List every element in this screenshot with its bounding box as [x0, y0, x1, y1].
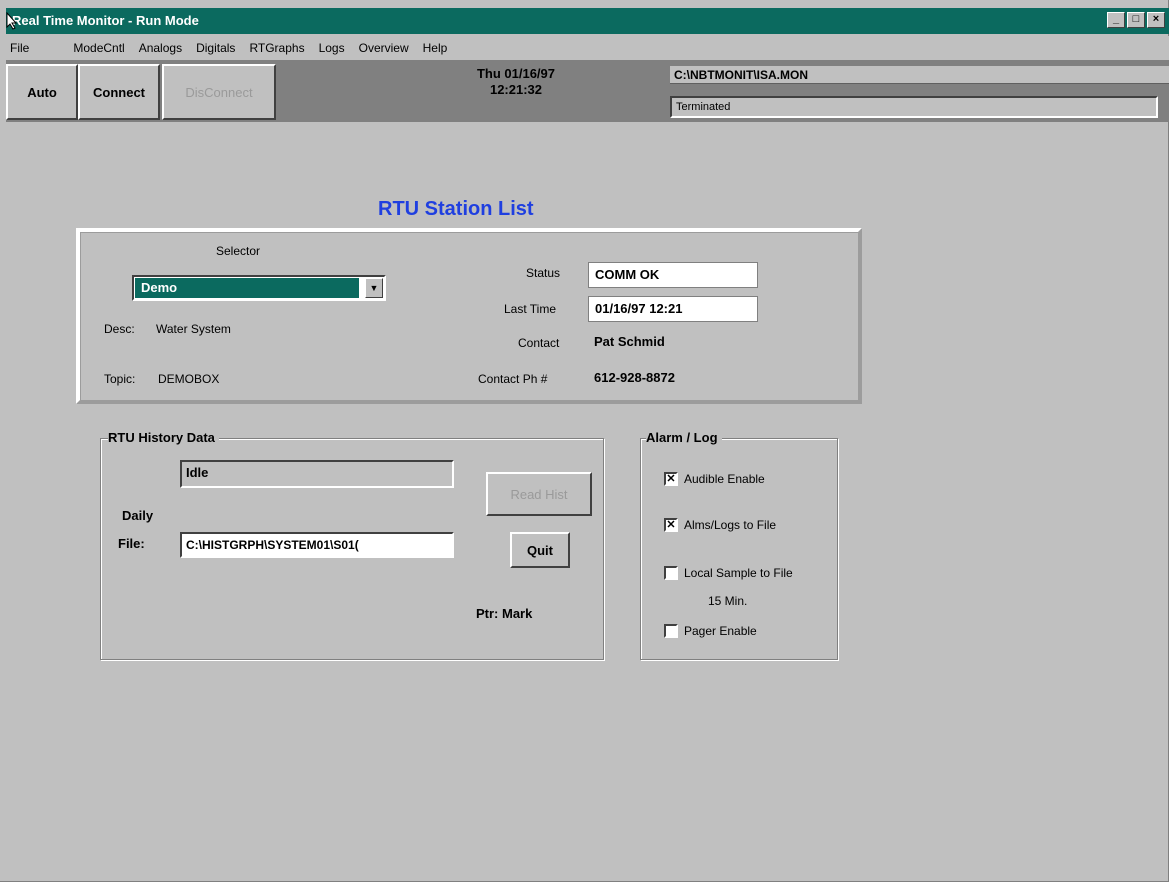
- local-sample-to-file-label: Local Sample to File: [684, 566, 793, 580]
- audible-enable-checkbox[interactable]: ✕ Audible Enable: [664, 472, 765, 486]
- selector-label: Selector: [216, 244, 261, 258]
- monitor-file-path: C:\NBTMONIT\ISA.MON: [670, 66, 1169, 84]
- sample-interval-text: 15 Min.: [708, 594, 748, 608]
- chevron-down-icon[interactable]: ▼: [365, 278, 383, 298]
- maximize-button[interactable]: □: [1127, 12, 1145, 28]
- last-time-label: Last Time: [504, 302, 557, 316]
- menu-modecntl[interactable]: ModeCntl: [73, 41, 124, 55]
- quit-button[interactable]: Quit: [510, 532, 570, 568]
- station-selector-value: Demo: [135, 278, 359, 298]
- date-text: Thu 01/16/97: [476, 66, 556, 81]
- toolbar: Auto Connect DisConnect Thu 01/16/97 12:…: [6, 60, 1169, 122]
- contact-label: Contact: [518, 336, 560, 350]
- contact-value: Pat Schmid: [594, 334, 665, 349]
- pager-enable-checkbox[interactable]: Pager Enable: [664, 624, 757, 638]
- connection-status-field: Terminated: [670, 96, 1158, 118]
- menu-file[interactable]: File: [10, 41, 29, 55]
- history-data-title: RTU History Data: [108, 430, 219, 445]
- disconnect-button[interactable]: DisConnect: [162, 64, 276, 120]
- checkbox-checked-icon[interactable]: ✕: [664, 472, 678, 486]
- app-window: Real Time Monitor - Run Mode _ □ × File …: [0, 0, 1169, 882]
- alarm-log-title: Alarm / Log: [646, 430, 722, 445]
- read-hist-button[interactable]: Read Hist: [486, 472, 592, 516]
- close-button[interactable]: ×: [1147, 12, 1165, 28]
- desc-value: Water System: [156, 322, 231, 336]
- contact-phone-label: Contact Ph #: [478, 372, 548, 386]
- history-state-field: Idle: [180, 460, 454, 488]
- datetime-display: Thu 01/16/97 12:21:32: [446, 66, 586, 98]
- checkbox-unchecked-icon[interactable]: [664, 624, 678, 638]
- alms-logs-to-file-label: Alms/Logs to File: [684, 518, 777, 532]
- topic-label: Topic:: [104, 372, 136, 386]
- menu-analogs[interactable]: Analogs: [139, 41, 182, 55]
- status-value-field: COMM OK: [588, 262, 758, 288]
- station-selector-dropdown[interactable]: Demo ▼: [132, 275, 386, 301]
- window-title: Real Time Monitor - Run Mode: [12, 13, 199, 28]
- menu-bar: File ModeCntl Analogs Digitals RTGraphs …: [6, 36, 1169, 60]
- menu-logs[interactable]: Logs: [319, 41, 345, 55]
- station-list-title: RTU Station List: [378, 198, 534, 220]
- mouse-cursor-icon: [6, 12, 18, 30]
- local-sample-to-file-checkbox[interactable]: Local Sample to File: [664, 566, 793, 580]
- pager-enable-label: Pager Enable: [684, 624, 757, 638]
- history-file-input[interactable]: C:\HISTGRPH\SYSTEM01\S01(: [180, 532, 454, 558]
- alms-logs-to-file-checkbox[interactable]: ✕ Alms/Logs to File: [664, 518, 776, 532]
- checkbox-unchecked-icon[interactable]: [664, 566, 678, 580]
- desc-label: Desc:: [104, 322, 135, 336]
- status-label: Status: [526, 266, 561, 280]
- last-time-value-field: 01/16/97 12:21: [588, 296, 758, 322]
- auto-button[interactable]: Auto: [6, 64, 78, 120]
- menu-digitals[interactable]: Digitals: [196, 41, 235, 55]
- checkbox-checked-icon[interactable]: ✕: [664, 518, 678, 532]
- menu-help[interactable]: Help: [423, 41, 448, 55]
- menu-rtgraphs[interactable]: RTGraphs: [249, 41, 304, 55]
- connect-button[interactable]: Connect: [78, 64, 160, 120]
- file-label: File:: [118, 536, 145, 551]
- pointer-status: Ptr: Mark: [476, 606, 533, 621]
- minimize-button[interactable]: _: [1107, 12, 1125, 28]
- daily-label: Daily: [122, 508, 154, 523]
- audible-enable-label: Audible Enable: [684, 472, 765, 486]
- title-bar: Real Time Monitor - Run Mode _ □ ×: [6, 8, 1169, 34]
- menu-overview[interactable]: Overview: [359, 41, 409, 55]
- window-controls: _ □ ×: [1107, 12, 1165, 28]
- time-text: 12:21:32: [489, 82, 543, 97]
- topic-value: DEMOBOX: [158, 372, 220, 386]
- contact-phone-value: 612-928-8872: [594, 370, 675, 385]
